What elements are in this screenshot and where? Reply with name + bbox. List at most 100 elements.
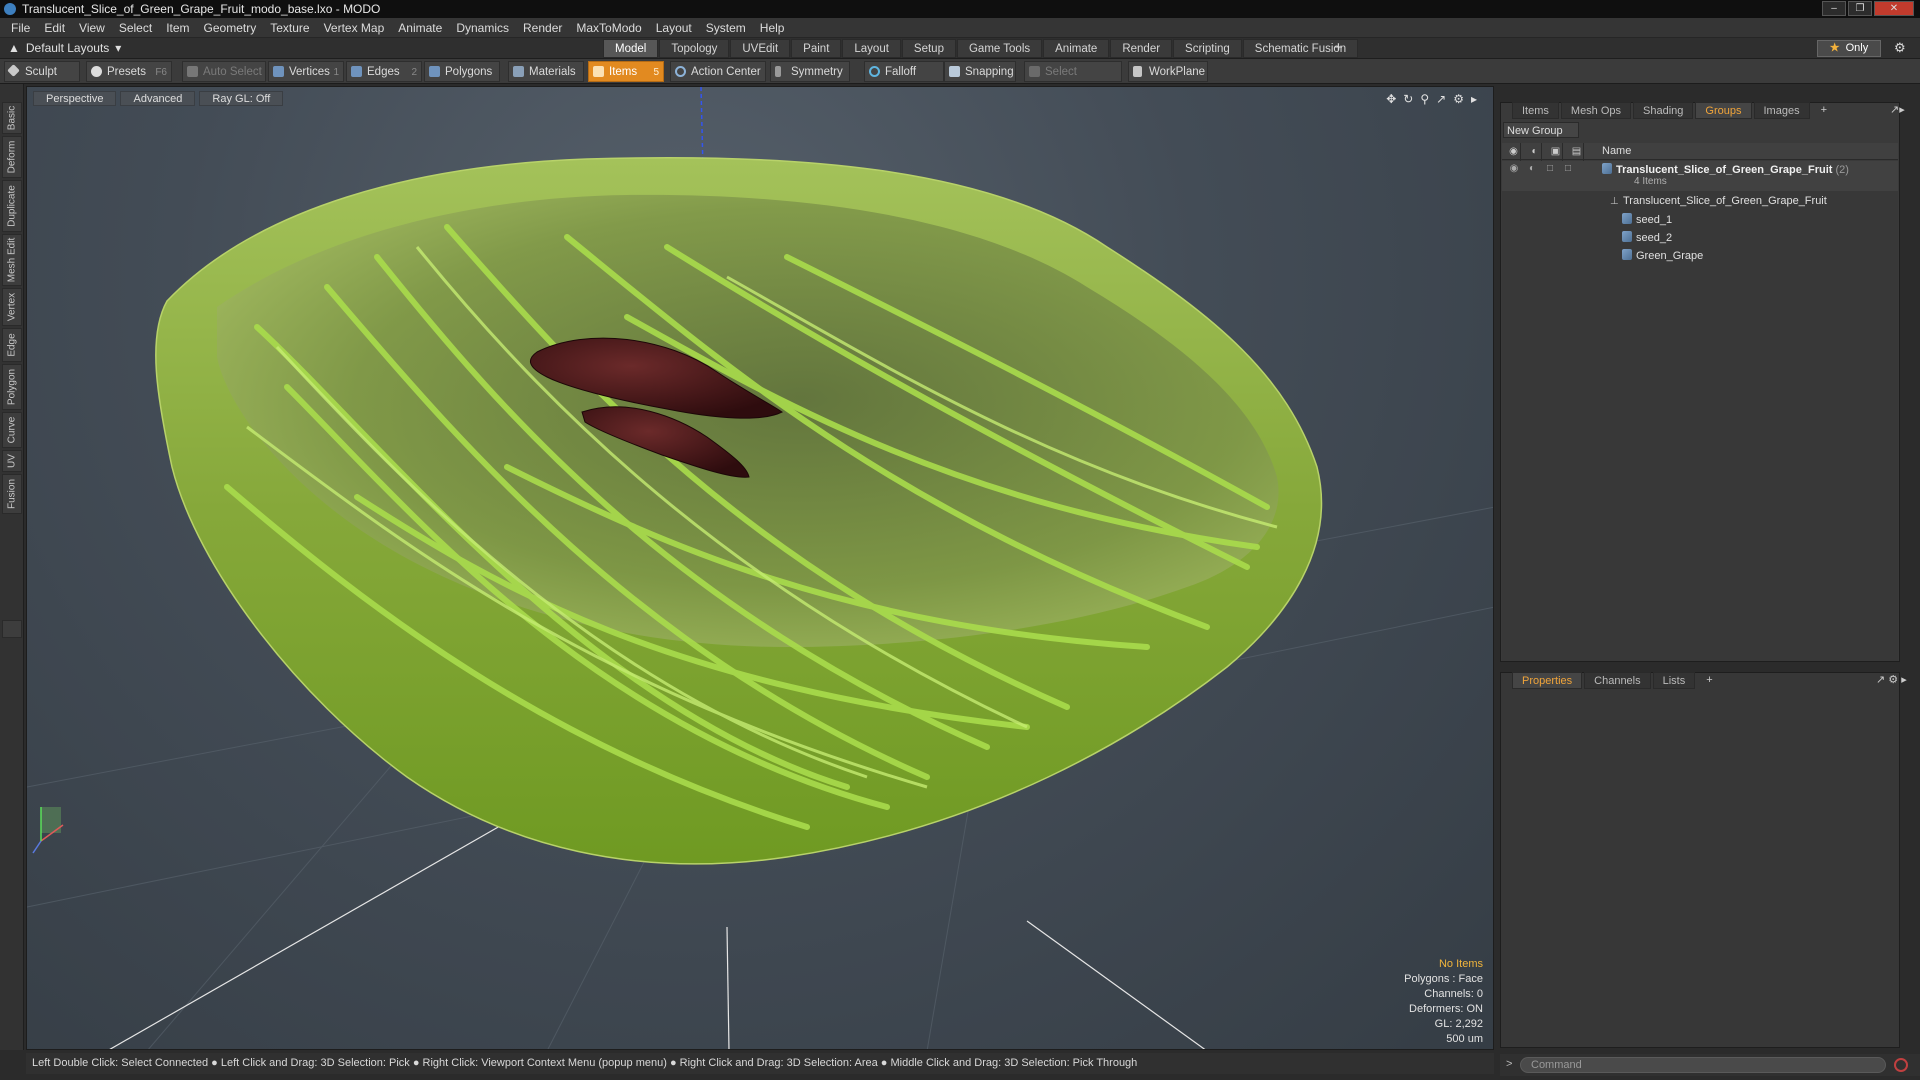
tab-edge[interactable]: Edge (2, 328, 22, 362)
materials-button[interactable]: Materials (508, 61, 584, 82)
perspective-view-button[interactable]: Perspective (33, 91, 117, 106)
render-icon[interactable]: ◐ (1529, 146, 1540, 157)
menu-dynamics[interactable]: Dynamics (449, 21, 516, 35)
3d-viewport[interactable]: Perspective Advanced Ray GL: Off ✥ ↻ ⚲ ↗… (26, 86, 1494, 1050)
tab-curve[interactable]: Curve (2, 412, 22, 448)
add-tab-icon[interactable]: + (1812, 102, 1836, 119)
tab-items[interactable]: Items (1512, 102, 1559, 119)
menu-item[interactable]: Item (159, 21, 196, 35)
edges-button[interactable]: Edges 2 (346, 61, 422, 82)
menu-render[interactable]: Render (516, 21, 569, 35)
add-tab-icon[interactable]: + (1697, 672, 1721, 689)
visibility-eye-icon[interactable]: ◉ (1508, 146, 1519, 157)
tab-fusion[interactable]: Fusion (2, 474, 22, 514)
only-button[interactable]: ★ Only (1817, 40, 1881, 57)
stats-deformers: Deformers: ON (1409, 1003, 1483, 1015)
menu-file[interactable]: File (4, 21, 37, 35)
tab-layout[interactable]: Layout (842, 39, 901, 58)
tab-animate[interactable]: Animate (1043, 39, 1110, 58)
list-item[interactable]: ⊥ Translucent_Slice_of_Green_Grape_Fruit (1502, 193, 1898, 211)
items-button[interactable]: Items 5 (588, 61, 664, 82)
list-item[interactable]: seed_1 (1502, 211, 1898, 229)
fit-icon[interactable]: ↗ (1436, 92, 1446, 106)
tab-properties[interactable]: Properties (1512, 672, 1583, 689)
select-through-button[interactable]: Select Through (1024, 61, 1122, 99)
chevron-right-icon[interactable]: ▸ (1471, 92, 1477, 106)
tab-paint[interactable]: Paint (791, 39, 842, 58)
menu-vertex-map[interactable]: Vertex Map (317, 21, 392, 35)
command-input[interactable]: Command (1520, 1057, 1886, 1073)
lock-icon[interactable]: ▣ (1550, 146, 1561, 157)
shading-advanced-button[interactable]: Advanced (120, 91, 196, 106)
raygl-toggle[interactable]: Ray GL: Off (199, 91, 284, 106)
tab-groups[interactable]: Groups (1695, 102, 1752, 119)
workplane-button[interactable]: WorkPlane (1128, 61, 1208, 82)
select-icon[interactable]: □ (1562, 163, 1574, 175)
presets-button[interactable]: Presets F6 (86, 61, 172, 82)
menu-maxtomodo[interactable]: MaxToModo (569, 21, 648, 35)
zoom-icon[interactable]: ⚲ (1420, 92, 1429, 106)
render-icon[interactable]: ◐ (1526, 163, 1538, 175)
tab-channels[interactable]: Channels (1584, 672, 1651, 689)
tab-vertex[interactable]: Vertex (2, 288, 22, 326)
add-layout-tab-icon[interactable]: + (1334, 39, 1343, 56)
tab-duplicate[interactable]: Duplicate (2, 180, 22, 232)
rotate-icon[interactable]: ↻ (1403, 92, 1413, 106)
tab-basic[interactable]: Basic (2, 102, 22, 134)
tab-uvedit[interactable]: UVEdit (730, 39, 791, 58)
snapping-button[interactable]: Snapping (944, 61, 1016, 82)
auto-select-button[interactable]: Auto Select (182, 61, 266, 82)
select-icon[interactable]: ▤ (1571, 146, 1582, 157)
group-row[interactable]: ◉ ◐ □ □ Translucent_Slice_of_Green_Grape… (1502, 161, 1898, 191)
viewport-settings-icon[interactable]: ⚙ (1453, 92, 1464, 106)
chevron-right-icon[interactable]: > (1506, 1058, 1512, 1070)
tab-topology[interactable]: Topology (659, 39, 730, 58)
layout-dropdown[interactable]: ▲ Default Layouts ▾ (8, 41, 121, 55)
tab-deform[interactable]: Deform (2, 136, 22, 178)
symmetry-button[interactable]: Symmetry (770, 61, 850, 82)
record-icon[interactable] (1894, 1058, 1908, 1072)
maximize-button[interactable]: ❐ (1848, 1, 1872, 16)
pan-icon[interactable]: ✥ (1386, 92, 1396, 106)
menu-texture[interactable]: Texture (263, 21, 316, 35)
close-button[interactable]: ✕ (1874, 1, 1914, 16)
tab-lists[interactable]: Lists (1652, 672, 1696, 689)
menu-animate[interactable]: Animate (391, 21, 449, 35)
vertices-button[interactable]: Vertices 1 (268, 61, 344, 82)
polygons-button[interactable]: Polygons (424, 61, 500, 82)
panel-expand-icon[interactable]: ↗▸ (1890, 103, 1905, 116)
menu-edit[interactable]: Edit (37, 21, 72, 35)
list-item[interactable]: seed_2 (1502, 229, 1898, 247)
tab-uv[interactable]: UV (2, 450, 22, 472)
expand-palette-button[interactable] (2, 620, 22, 638)
menu-geometry[interactable]: Geometry (197, 21, 264, 35)
visibility-eye-icon[interactable]: ◉ (1508, 163, 1520, 175)
menu-layout[interactable]: Layout (649, 21, 699, 35)
menu-select[interactable]: Select (112, 21, 159, 35)
new-group-button[interactable]: New Group (1503, 122, 1579, 138)
panel-expand-icon[interactable]: ↗ ⚙ ▸ (1876, 673, 1907, 686)
lock-icon[interactable]: □ (1544, 163, 1556, 175)
menu-view[interactable]: View (72, 21, 112, 35)
tab-game-tools[interactable]: Game Tools (956, 39, 1043, 58)
mesh-icon (1622, 213, 1632, 224)
tab-render[interactable]: Render (1110, 39, 1173, 58)
minimize-button[interactable]: – (1822, 1, 1846, 16)
tab-setup[interactable]: Setup (901, 39, 956, 58)
tab-scripting[interactable]: Scripting (1173, 39, 1242, 58)
tab-mesh-ops[interactable]: Mesh Ops (1560, 102, 1632, 119)
tab-shading[interactable]: Shading (1633, 102, 1694, 119)
child-name: seed_1 (1636, 214, 1673, 226)
name-column-header[interactable]: Name (1602, 145, 1631, 157)
tab-mesh-edit[interactable]: Mesh Edit (2, 234, 22, 286)
tab-model[interactable]: Model (603, 39, 659, 58)
gear-icon[interactable]: ⚙ (1894, 40, 1906, 56)
list-item[interactable]: Green_Grape (1502, 247, 1898, 265)
falloff-button[interactable]: Falloff (864, 61, 944, 82)
sculpt-button[interactable]: Sculpt (4, 61, 80, 82)
tab-images[interactable]: Images (1753, 102, 1810, 119)
menu-system[interactable]: System (699, 21, 753, 35)
menu-help[interactable]: Help (753, 21, 792, 35)
action-center-button[interactable]: Action Center (670, 61, 766, 82)
tab-polygon[interactable]: Polygon (2, 364, 22, 410)
